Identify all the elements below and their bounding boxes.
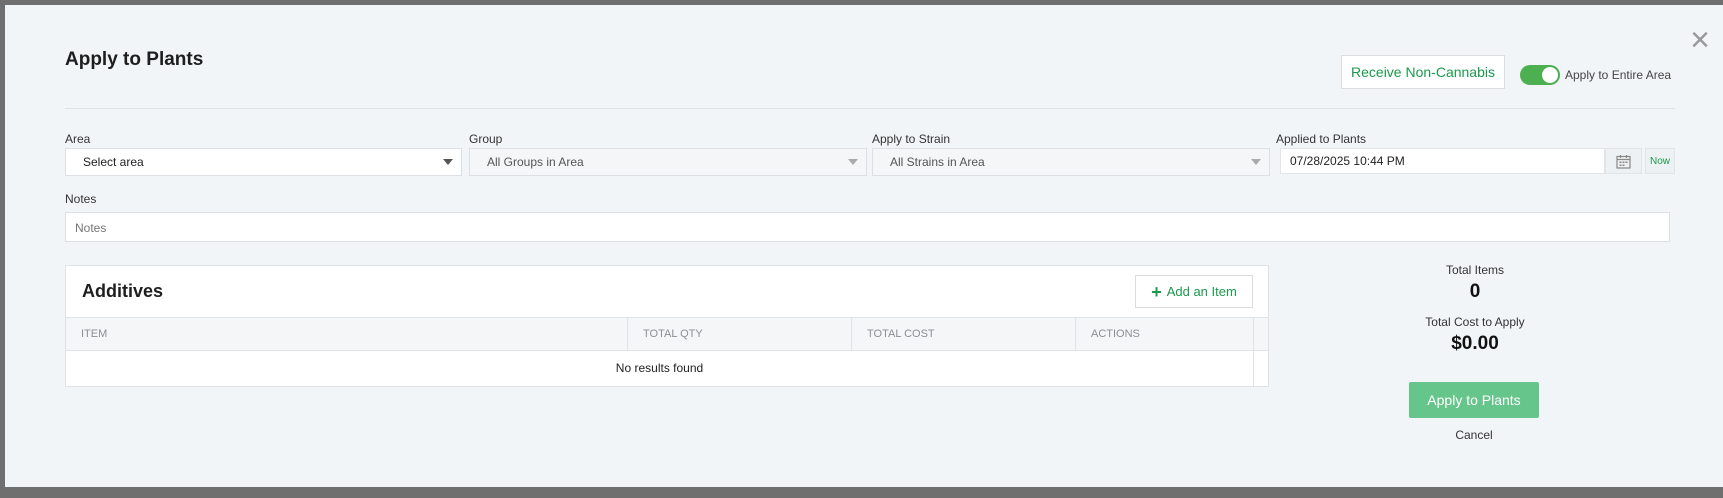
chevron-down-icon [1251,159,1261,165]
apply-to-plants-modal: × Apply to Plants Receive Non-Cannabis A… [5,5,1723,487]
plus-icon: + [1151,281,1162,302]
total-cost-label: Total Cost to Apply [1425,315,1525,329]
close-icon[interactable]: × [1685,23,1715,57]
applied-label: Applied to Plants [1276,132,1367,146]
add-item-button[interactable]: + Add an Item [1135,275,1253,308]
calendar-button[interactable] [1605,148,1642,174]
strain-select[interactable]: All Strains in Area [872,148,1270,176]
area-label: Area [65,132,91,146]
column-header-total-cost[interactable]: TOTAL COST [852,318,1076,350]
strain-label: Apply to Strain [872,132,951,146]
header-divider [65,108,1675,109]
apply-entire-area-toggle[interactable] [1520,65,1560,85]
additives-panel: Additives + Add an Item ITEM TOTAL QTY T… [65,265,1269,387]
total-cost-value: $0.00 [1451,333,1499,354]
modal-title: Apply to Plants [65,49,204,70]
toggle-knob [1542,67,1558,83]
add-item-label: Add an Item [1166,284,1237,299]
area-select[interactable]: Select area [65,148,462,176]
summary-panel: Total Items 0 Total Cost to Apply $0.00 [1375,263,1575,355]
applied-date-input[interactable]: 07/28/2025 10:44 PM [1280,148,1605,174]
cancel-link[interactable]: Cancel [1409,428,1539,442]
receive-non-cannabis-button[interactable]: Receive Non-Cannabis [1341,55,1505,89]
apply-to-plants-button[interactable]: Apply to Plants [1409,382,1539,418]
apply-entire-area-toggle-group: Apply to Entire Area [1520,65,1671,85]
total-items-label: Total Items [1445,263,1505,277]
now-button[interactable]: Now [1645,148,1675,174]
group-select[interactable]: All Groups in Area [469,148,867,176]
group-select-value: All Groups in Area [487,155,584,169]
total-items-value: 0 [1469,281,1481,302]
calendar-icon [1616,154,1631,169]
column-header-total-qty[interactable]: TOTAL QTY [628,318,852,350]
empty-state-text: No results found [615,361,704,375]
toggle-label: Apply to Entire Area [1565,68,1672,82]
table-scrollbar[interactable] [1253,317,1268,387]
notes-textarea[interactable] [65,212,1670,242]
area-select-value: Select area [83,155,144,169]
group-label: Group [469,132,503,146]
strain-select-value: All Strains in Area [890,155,985,169]
applied-date-value: 07/28/2025 10:44 PM [1290,154,1405,168]
column-header-item[interactable]: ITEM [66,318,628,350]
table-header: ITEM TOTAL QTY TOTAL COST ACTIONS [66,317,1268,351]
additives-title: Additives [82,281,164,301]
chevron-down-icon [848,159,858,165]
column-header-actions: ACTIONS [1076,318,1254,350]
chevron-down-icon [443,159,453,165]
notes-label: Notes [65,192,97,206]
